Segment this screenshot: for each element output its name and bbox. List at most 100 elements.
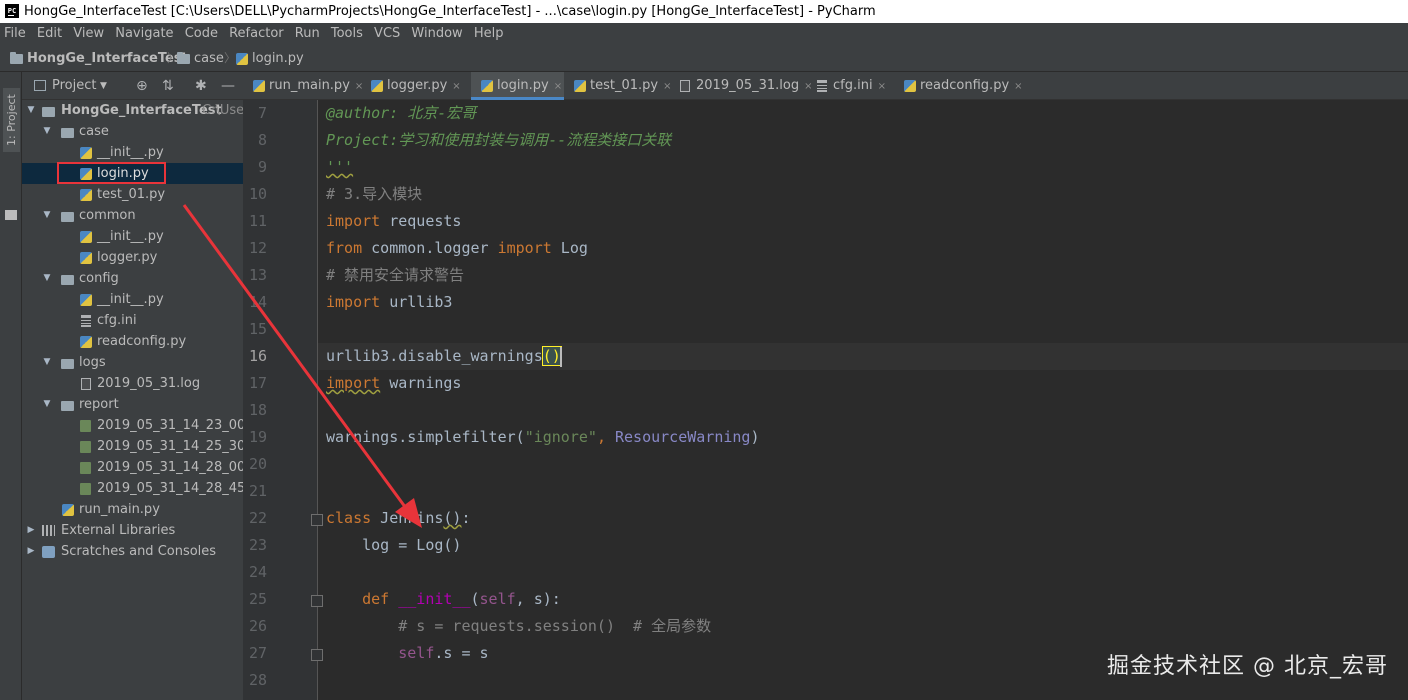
- code-line: class Jenkins():: [326, 509, 471, 527]
- code-line: # 3.导入模块: [326, 185, 423, 203]
- python-file-icon: [80, 231, 92, 243]
- tab-test01[interactable]: test_01.py ×: [564, 72, 671, 100]
- menu-navigate[interactable]: Navigate: [112, 23, 176, 45]
- close-icon[interactable]: ×: [878, 81, 886, 92]
- close-icon[interactable]: ×: [452, 81, 460, 92]
- pycharm-logo-icon: PC: [5, 4, 19, 18]
- python-file-icon: [80, 336, 92, 348]
- tree-item-external-libraries[interactable]: ▶ External Libraries: [22, 520, 243, 541]
- tree-item-login[interactable]: login.py: [22, 163, 243, 184]
- menu-vcs[interactable]: VCS: [371, 23, 403, 45]
- ini-file-icon: [817, 80, 827, 92]
- close-icon[interactable]: ×: [554, 81, 562, 92]
- folder-icon: [61, 275, 74, 285]
- tree-item-readconfig[interactable]: readconfig.py: [22, 331, 243, 352]
- menu-code[interactable]: Code: [182, 23, 221, 45]
- chevron-down-icon[interactable]: ▼: [42, 394, 52, 415]
- chevron-down-icon[interactable]: ▼: [100, 72, 107, 100]
- text-cursor: [560, 347, 562, 367]
- code-line: log = Log(): [326, 536, 462, 554]
- menu-run[interactable]: Run: [292, 23, 323, 45]
- tree-item-report-file[interactable]: 2019_05_31_14_23_00resu: [22, 415, 243, 436]
- chevron-down-icon[interactable]: ▼: [42, 121, 52, 142]
- tab-logger[interactable]: logger.py ×: [361, 72, 471, 100]
- python-file-icon: [80, 147, 92, 159]
- tree-item-report[interactable]: ▼ report: [22, 394, 243, 415]
- tree-item-scratches[interactable]: ▶ Scratches and Consoles: [22, 541, 243, 562]
- html-file-icon: [80, 420, 91, 432]
- project-panel-header: Project ▼ ⊕ ⇅ ✱ —: [22, 72, 243, 100]
- tab-readconfig[interactable]: readconfig.py ×: [894, 72, 1026, 100]
- close-icon[interactable]: ×: [1014, 81, 1022, 92]
- log-file-icon: [680, 80, 690, 92]
- code-line: # 禁用安全请求警告: [326, 266, 465, 284]
- python-file-icon: [80, 168, 92, 180]
- library-icon: [42, 525, 55, 536]
- watermark: 掘金技术社区 @ 北京_宏哥: [1107, 654, 1388, 679]
- locate-file-icon[interactable]: ⊕: [136, 72, 148, 100]
- breadcrumb-project[interactable]: HongGe_InterfaceTest: [10, 45, 188, 72]
- tree-item-report-file[interactable]: 2019_05_31_14_28_45resu: [22, 478, 243, 499]
- tree-item-common-init[interactable]: __init__.py: [22, 226, 243, 247]
- collapse-all-icon[interactable]: ⇅: [162, 72, 174, 100]
- code-editor[interactable]: @author: 北京-宏哥 Project:学习和使用封装与调用--流程类接口…: [318, 100, 1408, 700]
- tab-log-file[interactable]: 2019_05_31.log ×: [670, 72, 813, 100]
- python-file-icon: [481, 80, 493, 92]
- python-file-icon: [62, 504, 74, 516]
- menu-refactor[interactable]: Refactor: [226, 23, 287, 45]
- tree-item-case-init[interactable]: __init__.py: [22, 142, 243, 163]
- code-line: import warnings: [326, 374, 462, 392]
- scratches-icon: [42, 546, 55, 558]
- breadcrumb-file[interactable]: login.py: [236, 45, 304, 72]
- tree-item-root[interactable]: ▼ HongGe_InterfaceTest C:\User: [22, 100, 243, 121]
- tree-item-cfg-ini[interactable]: cfg.ini: [22, 310, 243, 331]
- tree-item-config-init[interactable]: __init__.py: [22, 289, 243, 310]
- folder-icon: [61, 212, 74, 222]
- tool-window-strip: 1: Project: [0, 72, 22, 700]
- menu-edit[interactable]: Edit: [34, 23, 65, 45]
- tree-item-report-file[interactable]: 2019_05_31_14_28_00resu: [22, 457, 243, 478]
- project-view-icon: [34, 80, 46, 91]
- tree-item-common[interactable]: ▼ common: [22, 205, 243, 226]
- menu-file[interactable]: File: [1, 23, 29, 45]
- chevron-down-icon[interactable]: ▼: [26, 100, 36, 121]
- tree-item-log-file[interactable]: 2019_05_31.log: [22, 373, 243, 394]
- menu-tools[interactable]: Tools: [328, 23, 366, 45]
- tab-login[interactable]: login.py ×: [471, 72, 564, 100]
- gear-icon[interactable]: ✱: [195, 72, 207, 100]
- folder-icon: [42, 107, 55, 117]
- breadcrumb-case[interactable]: case: [177, 45, 224, 72]
- tree-item-logs[interactable]: ▼ logs: [22, 352, 243, 373]
- python-file-icon: [80, 252, 92, 264]
- html-file-icon: [80, 462, 91, 474]
- folder-icon: [61, 128, 74, 138]
- menu-view[interactable]: View: [70, 23, 107, 45]
- tab-cfg-ini[interactable]: cfg.ini ×: [807, 72, 894, 100]
- code-line: ''': [326, 158, 354, 176]
- tree-item-case[interactable]: ▼ case: [22, 121, 243, 142]
- ini-file-icon: [81, 315, 91, 327]
- chevron-right-icon[interactable]: ▶: [26, 541, 36, 562]
- menu-bar: File Edit View Navigate Code Refactor Ru…: [0, 23, 1408, 45]
- chevron-down-icon[interactable]: ▼: [42, 268, 52, 289]
- menu-help[interactable]: Help: [471, 23, 507, 45]
- structure-icon[interactable]: [5, 210, 17, 220]
- tree-item-test01[interactable]: test_01.py: [22, 184, 243, 205]
- tree-item-run-main[interactable]: run_main.py: [22, 499, 243, 520]
- project-view-selector[interactable]: Project: [52, 72, 96, 100]
- chevron-down-icon[interactable]: ▼: [42, 352, 52, 373]
- tree-item-logger[interactable]: logger.py: [22, 247, 243, 268]
- tab-run-main[interactable]: run_main.py ×: [243, 72, 363, 100]
- tree-item-report-file[interactable]: 2019_05_31_14_25_30resu: [22, 436, 243, 457]
- folder-icon: [177, 51, 190, 64]
- project-tool-window-button[interactable]: 1: Project: [3, 88, 20, 152]
- hide-panel-icon[interactable]: —: [221, 72, 235, 100]
- tree-item-config[interactable]: ▼ config: [22, 268, 243, 289]
- code-line: urllib3.disable_warnings(): [326, 346, 562, 366]
- python-file-icon: [80, 189, 92, 201]
- folder-icon: [10, 51, 23, 64]
- code-line: from common.logger import Log: [326, 239, 588, 257]
- chevron-down-icon[interactable]: ▼: [42, 205, 52, 226]
- menu-window[interactable]: Window: [408, 23, 465, 45]
- chevron-right-icon[interactable]: ▶: [26, 520, 36, 541]
